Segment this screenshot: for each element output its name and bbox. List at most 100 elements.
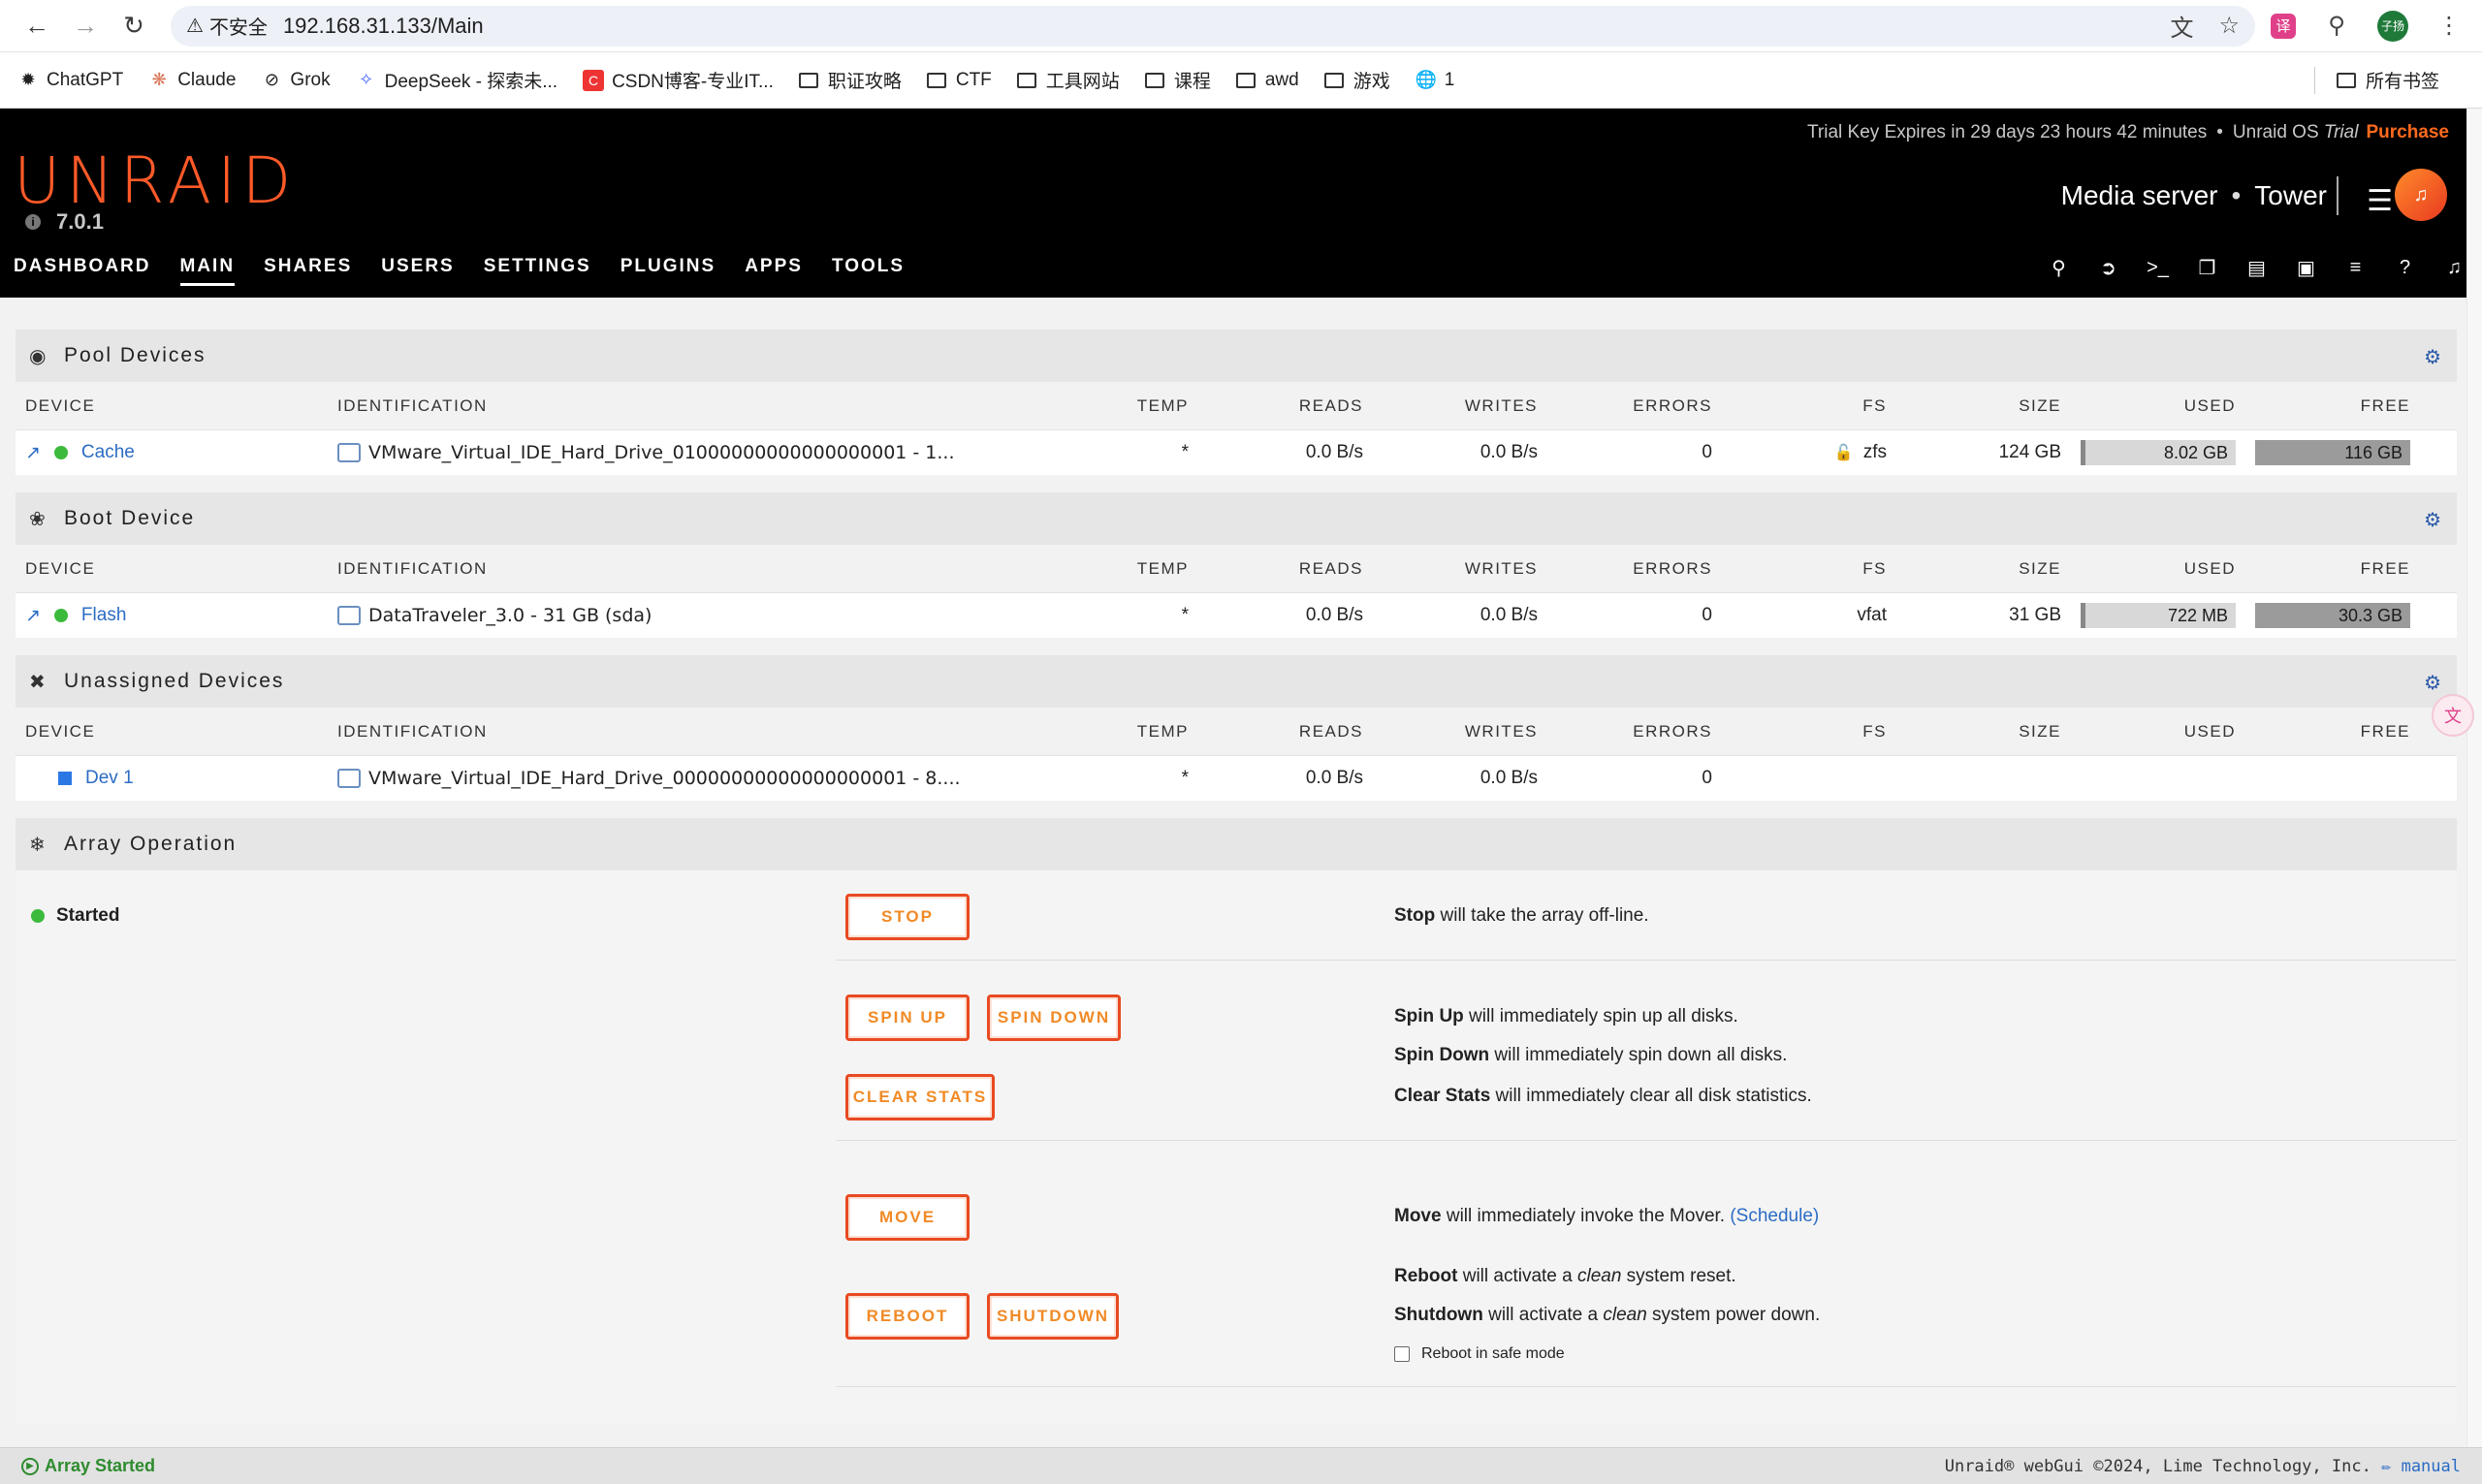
reboot-description: Reboot will activate a clean system rese… (1394, 1266, 1736, 1286)
usb-drive-icon (337, 606, 361, 625)
folder-icon (1016, 72, 1036, 88)
safe-mode-checkbox[interactable]: Reboot in safe mode (1394, 1345, 1565, 1363)
bookmark-folder-3[interactable]: 工具网站 (1016, 67, 1120, 93)
device-link-dev1[interactable]: Dev 1 (85, 768, 134, 789)
all-bookmarks-button[interactable]: 所有书签 (2336, 67, 2439, 93)
url-text[interactable]: 192.168.31.133/Main (283, 14, 484, 39)
tab-dashboard[interactable]: DASHBOARD (14, 256, 151, 286)
external-link-icon[interactable]: ↗ (25, 605, 41, 627)
info-icon: i (25, 214, 41, 230)
purchase-link[interactable]: Purchase (2366, 122, 2449, 142)
security-indicator[interactable]: ⚠ 不安全 (186, 12, 283, 40)
bookmark-deepseek[interactable]: ✧ DeepSeek - 探索未... (356, 67, 557, 93)
bookmark-claude[interactable]: ❋ Claude (148, 70, 237, 91)
bookmark-folder-4[interactable]: 课程 (1144, 67, 1211, 93)
array-operation-panel: Started STOP Stop will take the array of… (16, 870, 2457, 1423)
bookmark-folder-1[interactable]: 职证攻略 (798, 67, 902, 93)
bell-icon[interactable]: ♫ (2440, 254, 2468, 282)
device-link-cache[interactable]: Cache (81, 442, 135, 463)
bookmark-grok[interactable]: ⊘ Grok (261, 70, 331, 91)
schedule-link[interactable]: (Schedule) (1730, 1206, 1819, 1226)
status-dot (31, 909, 45, 923)
dashboard-toggle-icon[interactable]: ⚙ (2424, 508, 2443, 532)
browser-menu-icon[interactable]: ⋮ (2434, 11, 2465, 42)
checkbox-box[interactable] (1394, 1346, 1410, 1362)
bookmark-globe[interactable]: 🌐 1 (1416, 70, 1455, 91)
monitor-icon[interactable]: ▣ (2292, 254, 2320, 282)
tab-shares[interactable]: SHARES (264, 256, 352, 286)
device-link-flash[interactable]: Flash (81, 605, 126, 626)
page-scrollbar[interactable] (2466, 109, 2482, 1447)
profile-avatar[interactable]: 子扬 (2377, 10, 2408, 42)
reload-button[interactable]: ↻ (114, 7, 153, 46)
folder-icon (1323, 72, 1344, 88)
tab-main[interactable]: MAIN (179, 256, 236, 286)
clear-stats-button[interactable]: CLEAR STATS (845, 1074, 995, 1121)
unassigned-devices-title: ✖ Unassigned Devices ⚙ (16, 655, 2457, 708)
status-dot (53, 609, 68, 622)
hamburger-menu-icon[interactable]: ☰ (2367, 184, 2393, 218)
extensions-icon[interactable]: ⚲ (2321, 11, 2352, 42)
bookmark-folder-ctf[interactable]: CTF (926, 70, 992, 91)
help-icon[interactable]: ? (2391, 254, 2419, 282)
stop-description: Stop will take the array off-line. (1394, 905, 1649, 926)
status-dot (53, 446, 68, 459)
back-button[interactable]: ← (17, 7, 56, 46)
free-bar: 30.3 GB (2255, 603, 2410, 628)
grok-icon: ⊘ (264, 70, 279, 89)
shutdown-button[interactable]: SHUTDOWN (987, 1293, 1119, 1340)
dashboard-toggle-icon[interactable]: ⚙ (2424, 671, 2443, 695)
tab-apps[interactable]: APPS (745, 256, 803, 286)
chatgpt-icon: ✹ (20, 70, 36, 89)
tab-users[interactable]: USERS (381, 256, 454, 286)
array-operation-title: ❄ Array Operation (16, 818, 2457, 870)
move-button[interactable]: MOVE (845, 1194, 970, 1241)
lock-icon: 🔓 (1833, 445, 1854, 461)
bookmark-folder-6[interactable]: 游戏 (1323, 67, 1390, 93)
free-bar: 116 GB (2255, 440, 2410, 465)
stop-button[interactable]: STOP (845, 894, 970, 940)
logout-icon[interactable]: ➲ (2094, 254, 2122, 282)
boot-table-header: DEVICE IDENTIFICATION TEMP READS WRITES … (16, 545, 2457, 593)
array-status: Started (31, 905, 119, 927)
bookmark-csdn[interactable]: C CSDN博客-专业IT... (583, 67, 774, 93)
table-row: ↗ Flash DataTraveler_3.0 - 31 GB (sda) * … (16, 593, 2457, 638)
bookmark-star-icon[interactable]: ☆ (2218, 12, 2240, 40)
folder-icon (926, 72, 946, 88)
unraid-logo[interactable]: UNRAID (14, 143, 297, 218)
address-bar[interactable]: ⚠ 不安全 192.168.31.133/Main 文 ☆ (171, 5, 2255, 47)
header-tools: ⚲ ➲ >_ ❐ ▤ ▣ ≡ ? ♫ (2045, 254, 2468, 282)
tab-plugins[interactable]: PLUGINS (620, 256, 716, 286)
copy-icon[interactable]: ❐ (2193, 254, 2221, 282)
dashboard-toggle-icon[interactable]: ⚙ (2424, 345, 2443, 369)
feedback-icon[interactable]: ▤ (2243, 254, 2271, 282)
spin-down-button[interactable]: SPIN DOWN (987, 995, 1121, 1041)
floating-translate-icon[interactable]: 文 (2432, 694, 2474, 737)
spin-up-description: Spin Up will immediately spin up all dis… (1394, 1006, 1738, 1026)
bookmarks-bar: ✹ ChatGPT ❋ Claude ⊘ Grok ✧ DeepSeek - 探索未..… (0, 52, 2482, 109)
unraid-header: Trial Key Expires in 29 days 23 hours 42… (0, 109, 2482, 298)
tab-settings[interactable]: SETTINGS (484, 256, 591, 286)
translate-page-icon[interactable]: 文 (2170, 9, 2193, 43)
tab-tools[interactable]: TOOLS (832, 256, 905, 286)
disk-icon (337, 443, 361, 462)
manual-link[interactable]: manual (2402, 1457, 2461, 1476)
log-icon[interactable]: ≡ (2341, 254, 2370, 282)
bookmark-chatgpt[interactable]: ✹ ChatGPT (17, 70, 123, 91)
spin-up-button[interactable]: SPIN UP (845, 995, 970, 1041)
table-row: ↗ Cache VMware_Virtual_IDE_Hard_Drive_010… (16, 430, 2457, 475)
translate-extension-icon[interactable]: 译 (2271, 13, 2296, 39)
search-icon[interactable]: ⚲ (2045, 254, 2073, 282)
user-avatar[interactable]: ♫ (2395, 169, 2447, 221)
deepseek-icon: ✧ (359, 70, 374, 89)
reboot-button[interactable]: REBOOT (845, 1293, 970, 1340)
folder-icon (2336, 72, 2356, 88)
table-row: Dev 1 VMware_Virtual_IDE_Hard_Drive_0000… (16, 756, 2457, 801)
bookmark-folder-awd[interactable]: awd (1235, 70, 1299, 91)
terminal-icon[interactable]: >_ (2144, 254, 2172, 282)
paw-icon: ❀ (29, 508, 48, 530)
version-label[interactable]: i 7.0.1 (25, 209, 104, 235)
forward-button[interactable]: → (66, 7, 105, 46)
play-icon: ▶ (21, 1457, 39, 1475)
external-link-icon[interactable]: ↗ (25, 442, 41, 464)
